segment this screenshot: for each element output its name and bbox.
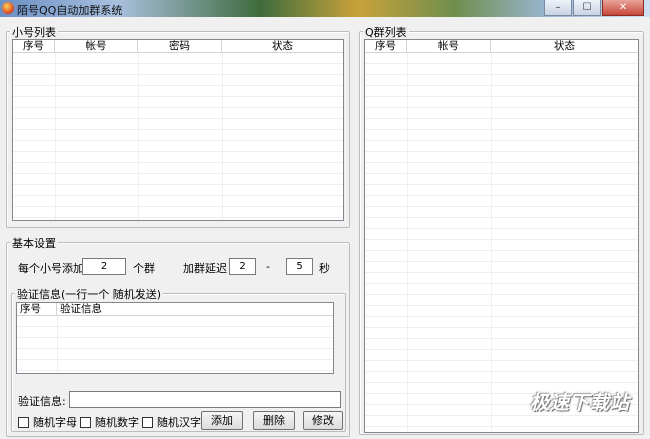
checkbox-box[interactable] <box>18 416 29 428</box>
minimize-button[interactable]: – <box>544 0 572 16</box>
accounts-group: 小号列表 序号 帐号 密码 状态 <box>6 24 350 228</box>
verify-table-body[interactable] <box>17 316 333 373</box>
verify-table[interactable]: 序号 验证信息 <box>16 302 334 374</box>
title-bar[interactable]: 陌号QQ自动加群系统 – ☐ ✕ <box>0 0 650 17</box>
site-watermark: 极速下载站 <box>530 392 631 414</box>
delay-unit: 秒 <box>319 262 330 275</box>
col-header-account[interactable]: 帐号 <box>407 40 491 52</box>
close-button[interactable]: ✕ <box>602 0 644 16</box>
settings-legend: 基本设置 <box>10 235 58 251</box>
delay-max-input[interactable]: 5 <box>286 258 313 275</box>
col-header-verify-text[interactable]: 验证信息 <box>57 303 333 315</box>
random-digits-checkbox[interactable]: 随机数字 <box>80 414 139 430</box>
groups-group: Q群列表 序号 帐号 状态 <box>359 24 644 435</box>
col-header-index[interactable]: 序号 <box>17 303 57 315</box>
checkbox-box[interactable] <box>142 416 153 428</box>
grid-line <box>138 53 139 220</box>
col-header-index[interactable]: 序号 <box>365 40 407 52</box>
col-header-password[interactable]: 密码 <box>138 40 222 52</box>
add-button[interactable]: 添加 <box>201 411 243 430</box>
random-letters-label: 随机字母 <box>33 416 77 429</box>
delay-min-input[interactable]: 2 <box>229 258 256 275</box>
random-hanzi-label: 随机汉字 <box>157 416 201 429</box>
per-account-unit: 个群 <box>133 262 155 275</box>
checkbox-box[interactable] <box>80 416 91 428</box>
delay-separator: - <box>266 260 270 273</box>
verify-input-label: 验证信息: <box>18 395 66 408</box>
col-header-status[interactable]: 状态 <box>222 40 343 52</box>
accounts-table-body[interactable] <box>13 53 343 220</box>
app-icon <box>2 2 14 14</box>
groups-legend: Q群列表 <box>363 24 409 40</box>
grid-line <box>407 53 408 432</box>
delete-button[interactable]: 删除 <box>253 411 295 430</box>
random-hanzi-checkbox[interactable]: 随机汉字 <box>142 414 201 430</box>
verify-group: 验证信息(一行一个 随机发送) 序号 验证信息 验证信息: 随机字母 随机数字 … <box>11 286 346 432</box>
delay-label: 加群延迟 <box>183 262 227 275</box>
random-letters-checkbox[interactable]: 随机字母 <box>18 414 77 430</box>
per-account-label: 每个小号添加 <box>18 262 84 275</box>
window-controls: – ☐ ✕ <box>543 0 644 16</box>
grid-line <box>55 53 56 220</box>
settings-group: 基本设置 每个小号添加 2 个群 加群延迟 2 - 5 秒 验证信息(一行一个 … <box>6 235 350 437</box>
groups-table-header: 序号 帐号 状态 <box>365 40 638 53</box>
verify-text-input[interactable] <box>69 391 341 408</box>
col-header-status[interactable]: 状态 <box>491 40 638 52</box>
groups-table-body[interactable] <box>365 53 638 432</box>
window-title: 陌号QQ自动加群系统 <box>17 4 123 17</box>
verify-legend: 验证信息(一行一个 随机发送) <box>15 286 164 302</box>
col-header-index[interactable]: 序号 <box>13 40 55 52</box>
maximize-button[interactable]: ☐ <box>573 0 601 16</box>
accounts-table[interactable]: 序号 帐号 密码 状态 <box>12 39 344 221</box>
grid-line <box>222 53 223 220</box>
random-digits-label: 随机数字 <box>95 416 139 429</box>
verify-table-header: 序号 验证信息 <box>17 303 333 316</box>
per-account-input[interactable]: 2 <box>82 258 126 275</box>
groups-table[interactable]: 序号 帐号 状态 <box>364 39 639 433</box>
accounts-table-header: 序号 帐号 密码 状态 <box>13 40 343 53</box>
col-header-account[interactable]: 帐号 <box>55 40 138 52</box>
grid-line <box>491 53 492 432</box>
accounts-legend: 小号列表 <box>10 24 58 40</box>
edit-button[interactable]: 修改 <box>303 411 343 430</box>
grid-line <box>57 316 58 373</box>
